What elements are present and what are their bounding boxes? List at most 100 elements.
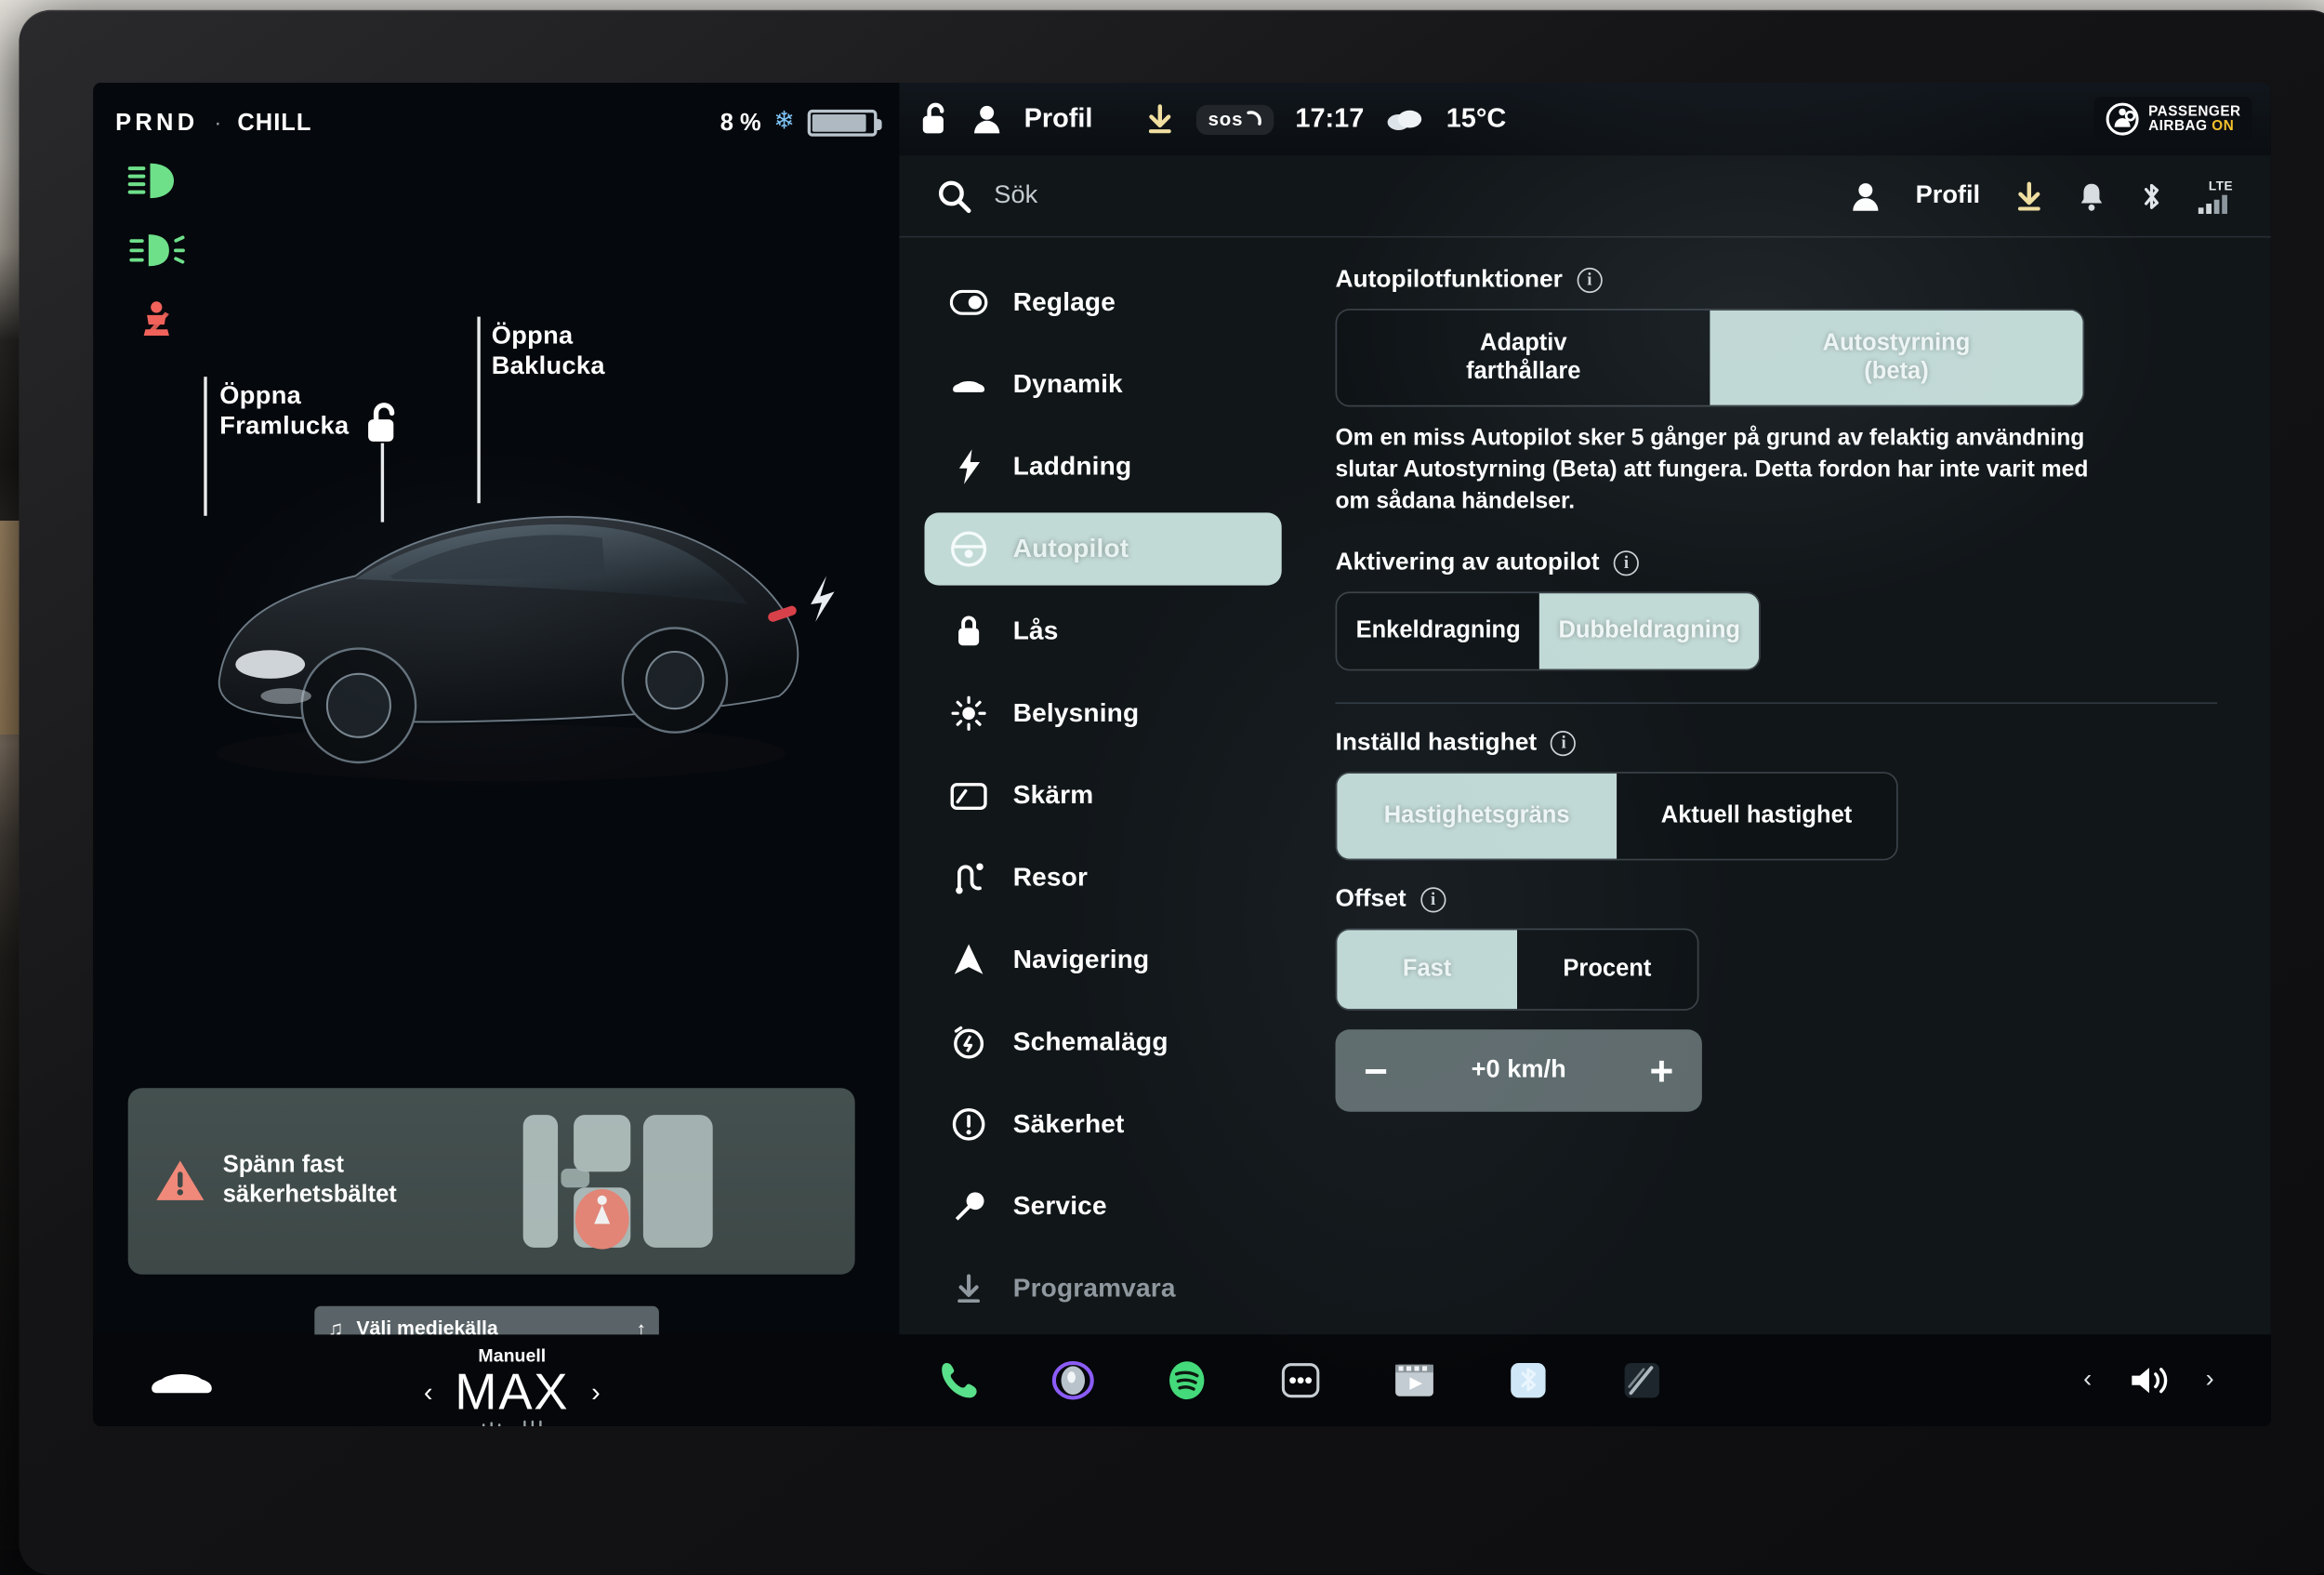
header-download-icon[interactable] bbox=[2015, 180, 2044, 212]
sidebar-item-autopilot[interactable]: Autopilot bbox=[925, 512, 1282, 585]
app-launcher-icons bbox=[899, 1356, 2083, 1406]
stepper-decrease-button[interactable]: − bbox=[1364, 1050, 1388, 1091]
header-profile-icon[interactable] bbox=[1851, 180, 1881, 212]
header-profile-label[interactable]: Profil bbox=[1916, 181, 1981, 210]
stepper-value: +0 km/h bbox=[1472, 1056, 1566, 1085]
theater-icon[interactable] bbox=[1389, 1356, 1439, 1406]
toybox-icon[interactable] bbox=[1503, 1356, 1553, 1406]
sidebar-item-programvara[interactable]: Programvara bbox=[925, 1252, 1282, 1325]
offset-title-row: Offset i bbox=[1336, 886, 2218, 915]
snowflake-icon: ❄ bbox=[773, 110, 795, 135]
sidebar-item-navigering[interactable]: Navigering bbox=[925, 923, 1282, 996]
stepper-increase-button[interactable]: + bbox=[1649, 1050, 1673, 1091]
option-adaptiv-farthallare[interactable]: Adaptiv farthållare bbox=[1337, 311, 1710, 405]
toggle-icon bbox=[950, 284, 988, 322]
sidebar-item-dynamik[interactable]: Dynamik bbox=[925, 349, 1282, 421]
sidebar-label: Service bbox=[1013, 1192, 1107, 1222]
option-label-line1: Adaptiv bbox=[1480, 329, 1567, 358]
front-trunk-label-line1: Öppna bbox=[219, 383, 349, 413]
volume-previous-button[interactable]: ‹ bbox=[2083, 1366, 2092, 1395]
sidebar-label: Skärm bbox=[1013, 781, 1094, 811]
bottom-app-bar: Manuell ‹ MAX › bbox=[93, 1334, 2271, 1426]
sos-button[interactable]: sos bbox=[1197, 104, 1274, 134]
software-update-download-icon[interactable] bbox=[1146, 103, 1175, 135]
sidebar-item-service[interactable]: Service bbox=[925, 1171, 1282, 1243]
autopilot-settings-content: Autopilotfunktioner i Adaptiv farthållar… bbox=[1294, 238, 2271, 1335]
sos-label: sos bbox=[1208, 107, 1244, 129]
info-icon[interactable]: i bbox=[1420, 887, 1446, 912]
autopilot-features-segmented-control[interactable]: Adaptiv farthållare Autostyrning (beta) bbox=[1336, 309, 2085, 406]
volume-next-button[interactable]: › bbox=[2206, 1366, 2214, 1395]
unlock-status-icon[interactable] bbox=[918, 101, 950, 136]
sidebar-item-resor[interactable]: Resor bbox=[925, 841, 1282, 914]
footwell-vent-icon[interactable] bbox=[519, 1417, 548, 1426]
set-speed-title: Inställd hastighet bbox=[1336, 729, 1538, 758]
sidebar-item-las[interactable]: Lås bbox=[925, 595, 1282, 668]
vehicle-model-render[interactable] bbox=[153, 428, 849, 807]
more-apps-icon[interactable] bbox=[1275, 1356, 1326, 1406]
wiper-icon[interactable] bbox=[1617, 1356, 1667, 1406]
volume-icon[interactable] bbox=[2127, 1361, 2172, 1399]
temperature-value[interactable]: MAX bbox=[455, 1363, 569, 1422]
profile-person-icon[interactable] bbox=[972, 103, 1002, 135]
car-icon bbox=[950, 365, 988, 404]
notifications-bell-icon[interactable] bbox=[2079, 180, 2106, 212]
temp-decrease-button[interactable]: ‹ bbox=[424, 1376, 433, 1408]
navigation-arrow-icon bbox=[950, 941, 988, 979]
lte-label: LTE bbox=[2209, 179, 2233, 192]
option-fast[interactable]: Fast bbox=[1337, 930, 1517, 1009]
bluetooth-icon[interactable] bbox=[2140, 180, 2164, 212]
battery-status[interactable]: 8 % ❄ bbox=[720, 109, 887, 136]
seat-diagram bbox=[514, 1105, 830, 1257]
seatbelt-alert-card[interactable]: Spänn fast säkerhetsbältet bbox=[128, 1088, 855, 1275]
temp-increase-button[interactable]: › bbox=[591, 1376, 601, 1408]
info-icon[interactable]: i bbox=[1577, 268, 1602, 293]
search-icon[interactable] bbox=[937, 179, 971, 213]
option-autostyrning-beta[interactable]: Autostyrning (beta) bbox=[1710, 311, 2082, 405]
sidebar-item-reglage[interactable]: Reglage bbox=[925, 266, 1282, 338]
wrench-icon bbox=[950, 1187, 988, 1225]
sidebar-item-skarm[interactable]: Skärm bbox=[925, 760, 1282, 832]
spotify-icon[interactable] bbox=[1162, 1356, 1212, 1406]
set-speed-segmented-control[interactable]: Hastighetsgräns Aktuell hastighet bbox=[1336, 772, 1898, 860]
rear-trunk-callout[interactable]: Öppna Baklucka bbox=[492, 323, 605, 382]
info-icon[interactable]: i bbox=[1551, 731, 1576, 756]
sidebar-item-belysning[interactable]: Belysning bbox=[925, 677, 1282, 749]
autopilot-features-title: Autopilotfunktioner bbox=[1336, 266, 1563, 295]
steering-wheel-icon bbox=[950, 530, 988, 568]
option-dubbeldragning[interactable]: Dubbeldragning bbox=[1539, 593, 1759, 669]
content-divider bbox=[1336, 702, 2218, 704]
option-procent[interactable]: Procent bbox=[1517, 930, 1697, 1009]
car-visualization: Öppna Framlucka Öppna Baklucka bbox=[93, 241, 899, 1047]
dashcam-icon[interactable] bbox=[1048, 1356, 1098, 1406]
sidebar-item-schemalagg[interactable]: Schemalägg bbox=[925, 1006, 1282, 1079]
windshield-vent-icon[interactable] bbox=[477, 1417, 506, 1426]
autopilot-features-description: Om en miss Autopilot sker 5 gånger på gr… bbox=[1336, 423, 2126, 518]
volume-controls: ‹ › bbox=[2083, 1361, 2271, 1399]
option-enkeldragning[interactable]: Enkeldragning bbox=[1337, 593, 1539, 669]
car-controls-button[interactable] bbox=[147, 1360, 217, 1401]
temperature-control: Manuell ‹ MAX › bbox=[346, 1347, 678, 1426]
battery-percent-label: 8 % bbox=[720, 109, 761, 136]
set-speed-title-row: Inställd hastighet i bbox=[1336, 729, 2218, 758]
seatbelt-alert-text: Spänn fast säkerhetsbältet bbox=[223, 1152, 397, 1211]
offset-stepper[interactable]: − +0 km/h + bbox=[1336, 1029, 1702, 1111]
option-hastighetsgrans[interactable]: Hastighetsgräns bbox=[1337, 774, 1617, 859]
autopilot-activation-segmented-control[interactable]: Enkeldragning Dubbeldragning bbox=[1336, 591, 1762, 670]
clock-label: 17:17 bbox=[1295, 103, 1364, 135]
option-aktuell-hastighet[interactable]: Aktuell hastighet bbox=[1617, 774, 1896, 859]
info-icon[interactable]: i bbox=[1614, 550, 1639, 576]
download-icon bbox=[950, 1270, 988, 1308]
sidebar-label: Autopilot bbox=[1013, 534, 1129, 563]
sidebar-label: Laddning bbox=[1013, 452, 1132, 482]
option-label-line2: (beta) bbox=[1864, 358, 1928, 387]
battery-gauge-icon bbox=[808, 109, 878, 136]
option-label-line2: farthållare bbox=[1466, 358, 1580, 387]
sidebar-item-laddning[interactable]: Laddning bbox=[925, 430, 1282, 503]
warning-triangle-icon bbox=[153, 1158, 207, 1205]
phone-icon[interactable] bbox=[934, 1356, 984, 1406]
search-input[interactable]: Sök bbox=[994, 181, 1037, 210]
sidebar-item-sakerhet[interactable]: Säkerhet bbox=[925, 1088, 1282, 1160]
signal-bars-icon bbox=[2199, 192, 2233, 213]
offset-segmented-control[interactable]: Fast Procent bbox=[1336, 929, 1699, 1011]
